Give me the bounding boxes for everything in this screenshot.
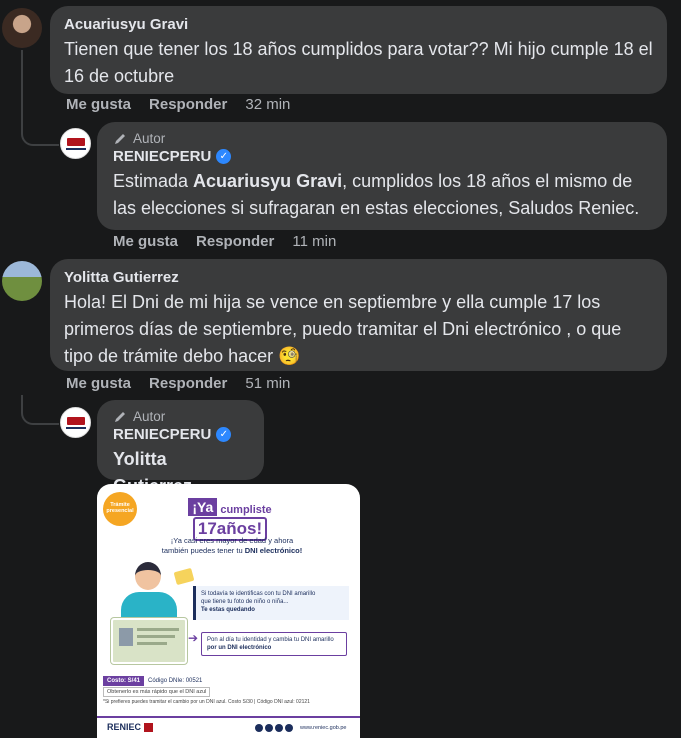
box1-line2: que tiene tu foto de niño o niña... (201, 599, 289, 605)
pencil-icon (115, 133, 125, 144)
reply-bubble: Autor RENIECPERU✓ Yolitta Gutierrez (97, 400, 264, 496)
thread-line (21, 395, 59, 425)
mention-link[interactable]: Acuariusyu Gravi (193, 171, 342, 191)
author-badge: Autor (113, 131, 651, 146)
reply-text: Estimada Acuariusyu Gravi, cumplidos los… (113, 168, 651, 222)
cost-label: Costo: S/41 (103, 676, 145, 686)
info-box-1: Si todavía te identificas con tu DNI ama… (193, 586, 349, 620)
headline-cumpliste: cumpliste (220, 504, 272, 516)
like-button[interactable]: Me gusta (66, 96, 131, 113)
reniec-logo-icon (144, 722, 154, 732)
reply-button[interactable]: Responder (149, 375, 227, 392)
reply-actions: Me gusta Responder 11 min (113, 233, 354, 250)
avatar-yolitta[interactable] (2, 261, 42, 301)
yellow-dni-card (173, 567, 195, 586)
reniec-brand-logo: RENIEC (107, 722, 154, 732)
reply-author[interactable]: RENIECPERU (113, 148, 211, 165)
comment-text: Tienen que tener los 18 años cumplidos p… (64, 39, 653, 86)
box2-line2: por un DNI electrónico (207, 645, 272, 651)
box1-line1: Si todavía te identificas con tu DNI ama… (201, 591, 316, 597)
reniec-logo-icon (66, 416, 85, 425)
verified-badge-icon: ✓ (216, 427, 232, 443)
reply-time[interactable]: 11 min (292, 233, 336, 250)
reply-bubble: Autor RENIECPERU ✓ Estimada Acuariusyu Gr… (97, 122, 667, 230)
pencil-icon (115, 411, 125, 422)
comment-time[interactable]: 32 min (245, 96, 290, 113)
comment-text: Hola! El Dni de mi hija se vence en sept… (64, 292, 622, 366)
comment-actions: Me gusta Responder 51 min (66, 375, 308, 392)
arrow-icon: ➔ (188, 631, 199, 645)
comment-actions: Me gusta Responder 32 min (66, 96, 308, 113)
instagram-icon (265, 724, 273, 732)
box1-line3: Te estas quedando (201, 607, 255, 613)
social-icons (255, 724, 293, 732)
attached-image[interactable]: Trámite presencial ¡Ya cumpliste 17años!… (97, 484, 360, 738)
avatar-acuariusyu[interactable] (2, 8, 42, 48)
note-rapid: Obtenerlo es más rápido que el DNI azul (103, 687, 211, 697)
cost-row: Costo: S/41 Código DNIe: 00521 (103, 676, 202, 686)
avatar-reniecperu[interactable] (60, 128, 91, 159)
thread-line (21, 50, 59, 146)
comment-bubble: Acuariusyu Gravi Tienen que tener los 18… (50, 6, 667, 94)
reniec-logo-bar (65, 147, 86, 150)
twitter-icon (285, 724, 293, 732)
comment-bubble: Yolitta Gutierrez Hola! El Dni de mi hij… (50, 259, 667, 371)
comment-author[interactable]: Acuariusyu Gravi (64, 16, 653, 33)
reply-author[interactable]: RENIECPERU (113, 426, 211, 443)
avatar-reniecperu[interactable] (60, 407, 91, 438)
box2-line1: Pon al día tu identidad y cambia tu DNI … (207, 637, 334, 643)
subhead-line1: ¡Ya casi eres mayor de edad y ahora (170, 536, 294, 545)
subhead-line2: también puedes tener tu DNI electrónico! (161, 546, 303, 555)
verified-badge-icon: ✓ (216, 149, 232, 165)
reply-button[interactable]: Responder (196, 233, 274, 250)
facebook-icon (255, 724, 263, 732)
dni-card-image (111, 618, 187, 664)
reniec-logo-bar (65, 426, 86, 429)
autor-label: Autor (133, 409, 166, 424)
comment-time[interactable]: 51 min (245, 375, 290, 392)
like-button[interactable]: Me gusta (113, 233, 178, 250)
autor-label: Autor (133, 131, 166, 146)
note-blue-dni: *Si prefieres puedes tramitar el cambio … (103, 699, 310, 705)
author-badge: Autor (113, 409, 248, 424)
reply-button[interactable]: Responder (149, 96, 227, 113)
youtube-icon (275, 724, 283, 732)
reniec-logo-icon (66, 137, 85, 146)
sticker-badge: Trámite presencial (103, 492, 137, 526)
reniec-brand-text: RENIEC (107, 722, 142, 732)
image-footer: RENIEC www.reniec.gob.pe (97, 716, 360, 738)
reply-text-prefix: Estimada (113, 171, 194, 191)
like-button[interactable]: Me gusta (66, 375, 131, 392)
headline-ya: ¡Ya (188, 498, 218, 516)
info-box-2: Pon al día tu identidad y cambia tu DNI … (201, 632, 347, 656)
reniec-url: www.reniec.gob.pe (300, 725, 347, 731)
cost-code: Código DNIe: 00521 (148, 678, 203, 684)
comment-author[interactable]: Yolitta Gutierrez (64, 269, 653, 286)
